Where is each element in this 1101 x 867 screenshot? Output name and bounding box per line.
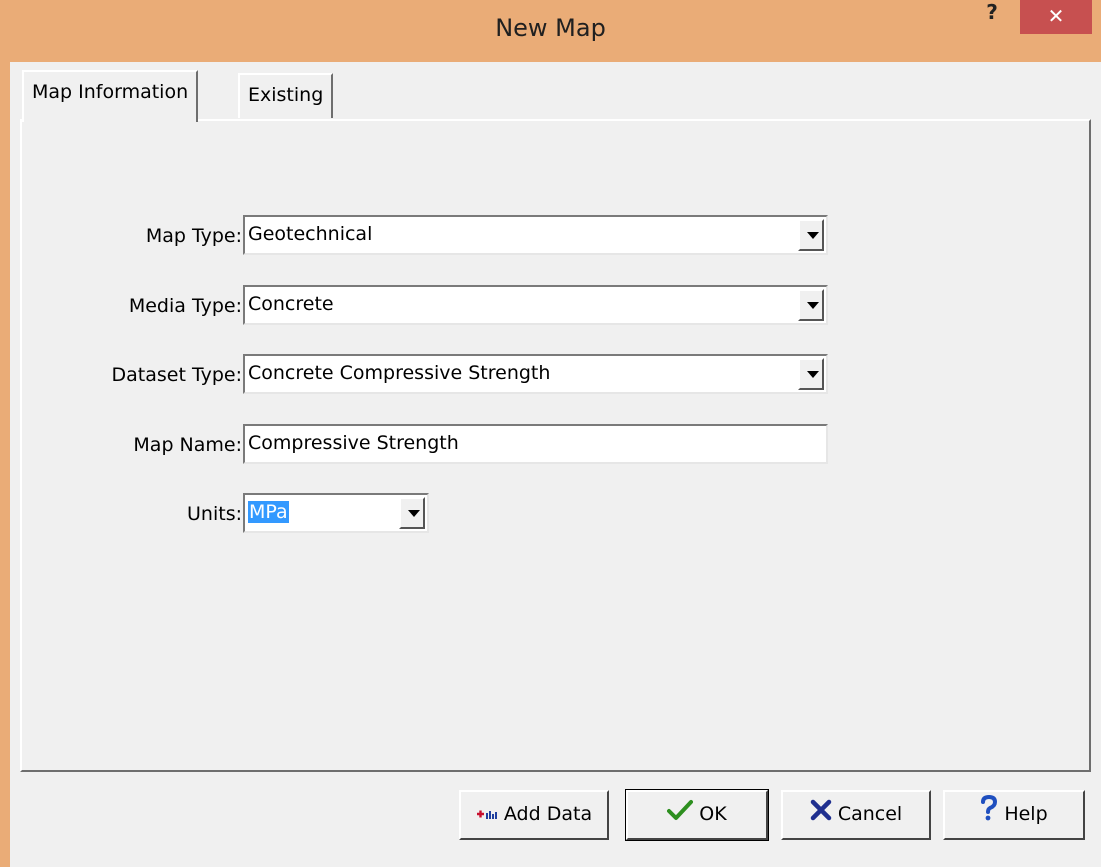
dataset-type-select[interactable]: Concrete Compressive Strength: [243, 354, 828, 394]
question-icon: [980, 793, 998, 837]
cancel-button[interactable]: Cancel: [781, 790, 931, 840]
help-label: Help: [1004, 803, 1048, 825]
dataset-type-value: Concrete Compressive Strength: [248, 362, 551, 384]
map-type-value: Geotechnical: [248, 223, 373, 245]
chevron-down-icon[interactable]: [798, 219, 824, 251]
title-bar[interactable]: New Map ? ✕: [0, 0, 1101, 62]
media-type-select[interactable]: Concrete: [243, 285, 828, 325]
dialog-window: New Map ? ✕ Map Information Existing Map…: [0, 0, 1101, 867]
check-icon: [667, 793, 694, 837]
chevron-down-icon[interactable]: [798, 289, 824, 321]
media-type-value: Concrete: [248, 293, 334, 315]
map-name-label: Map Name:: [133, 434, 242, 456]
tab-existing[interactable]: Existing: [238, 73, 334, 118]
window-title: New Map: [495, 14, 606, 42]
tab-panel-map-information: Map Type: Geotechnical Media Type: Concr…: [20, 119, 1091, 772]
map-type-label: Map Type:: [145, 225, 242, 247]
help-button[interactable]: Help: [943, 790, 1085, 840]
dialog-client: Map Information Existing Map Type: Geote…: [10, 62, 1101, 867]
add-data-button[interactable]: Add Data: [459, 790, 609, 840]
help-title-icon[interactable]: ?: [980, 2, 1004, 26]
map-name-input[interactable]: Compressive Strength: [243, 424, 828, 464]
add-data-icon: [476, 793, 498, 837]
map-type-select[interactable]: Geotechnical: [243, 215, 828, 255]
ok-label: OK: [699, 803, 727, 825]
ok-button[interactable]: OK: [625, 789, 769, 841]
close-button[interactable]: ✕: [1020, 0, 1092, 34]
units-select[interactable]: MPa: [243, 493, 429, 533]
dataset-type-label: Dataset Type:: [111, 364, 243, 386]
chevron-down-icon[interactable]: [399, 497, 425, 529]
units-value: MPa: [248, 501, 289, 523]
add-data-label: Add Data: [503, 803, 593, 825]
tab-map-information[interactable]: Map Information: [22, 70, 199, 122]
x-icon: [810, 793, 832, 837]
units-label: Units:: [187, 503, 242, 525]
cancel-label: Cancel: [837, 803, 903, 825]
media-type-label: Media Type:: [128, 295, 242, 317]
chevron-down-icon[interactable]: [798, 358, 824, 390]
